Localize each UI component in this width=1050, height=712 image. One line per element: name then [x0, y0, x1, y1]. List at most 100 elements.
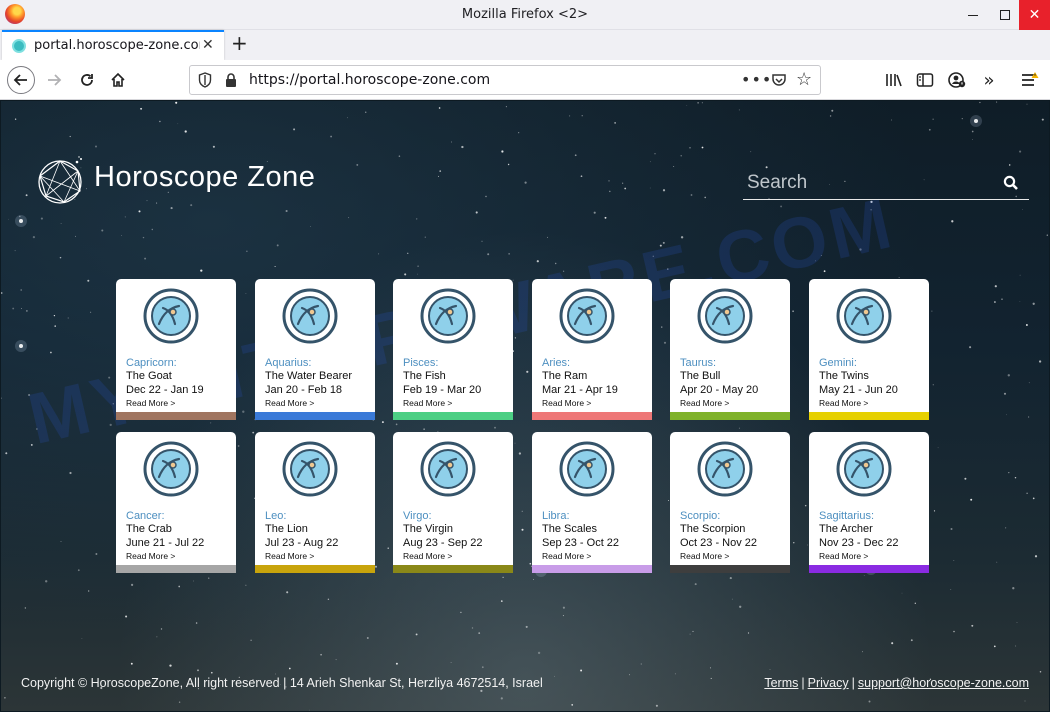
- overflow-chevron-icon: »: [983, 69, 995, 91]
- read-more-link[interactable]: Read More >: [680, 551, 729, 561]
- zodiac-card[interactable]: Libra: The Scales Sep 23 - Oct 22 Read More…: [532, 432, 652, 573]
- zodiac-sign-icon: [559, 441, 615, 497]
- minimize-button[interactable]: [956, 0, 990, 30]
- maximize-button[interactable]: [988, 0, 1022, 30]
- footer-separator: |: [801, 676, 805, 690]
- hamburger-menu-icon: [1022, 72, 1039, 86]
- zodiac-sign-nickname: The Virgin: [403, 523, 453, 535]
- read-more-link[interactable]: Read More >: [819, 551, 868, 561]
- forward-arrow-icon: [48, 74, 62, 86]
- zodiac-sign-dates: Nov 23 - Dec 22: [819, 537, 899, 549]
- minimize-icon: [968, 14, 978, 16]
- read-more-link[interactable]: Read More >: [542, 551, 591, 561]
- search-box[interactable]: [743, 168, 1029, 200]
- close-icon: ✕: [1028, 7, 1041, 23]
- page-actions-menu-icon[interactable]: •••: [741, 70, 772, 89]
- star-icon[interactable]: ☆: [796, 69, 812, 90]
- back-button[interactable]: [7, 66, 35, 94]
- zodiac-card[interactable]: Virgo: The Virgin Aug 23 - Sep 22 Read More…: [393, 432, 513, 573]
- home-icon: [111, 72, 125, 87]
- tab-strip: portal.horoscope-zone.com ✕ +: [0, 30, 1050, 60]
- zodiac-sign-nickname: The Bull: [680, 370, 721, 382]
- address-bar[interactable]: https://portal.horoscope-zone.com ••• ☆: [189, 65, 821, 95]
- tab-close-icon[interactable]: ✕: [202, 37, 214, 53]
- zodiac-color-bar: [809, 565, 929, 573]
- forward-button[interactable]: [40, 66, 68, 94]
- zodiac-color-bar: [116, 565, 236, 573]
- maximize-icon: [1000, 10, 1010, 20]
- zodiac-color-bar: [670, 565, 790, 573]
- zodiac-card[interactable]: Aries: The Ram Mar 21 - Apr 19 Read More >: [532, 279, 652, 420]
- navigation-toolbar: https://portal.horoscope-zone.com ••• ☆ …: [0, 60, 1050, 100]
- shield-icon[interactable]: [198, 72, 212, 88]
- zodiac-card[interactable]: Taurus: The Bull Apr 20 - May 20 Read More …: [670, 279, 790, 420]
- new-tab-button[interactable]: +: [231, 31, 248, 55]
- zodiac-sign-dates: Oct 23 - Nov 22: [680, 537, 758, 549]
- zodiac-sign-icon: [559, 288, 615, 344]
- zodiac-card[interactable]: Aquarius: The Water Bearer Jan 20 - Feb 18…: [255, 279, 375, 420]
- window-title: Mozilla Firefox <2>: [461, 7, 589, 22]
- tab-active[interactable]: portal.horoscope-zone.com ✕: [2, 30, 224, 60]
- zodiac-card[interactable]: Cancer: The Crab June 21 - Jul 22 Read More…: [116, 432, 236, 573]
- search-input[interactable]: [743, 168, 993, 198]
- footer-separator: |: [851, 676, 855, 690]
- footer-links: Terms | Privacy | support@horoscope-zone.com: [764, 676, 1029, 690]
- zodiac-sign-name: Scorpio:: [680, 510, 721, 522]
- read-more-link[interactable]: Read More >: [680, 398, 729, 408]
- lock-icon[interactable]: [224, 72, 238, 88]
- url-text[interactable]: https://portal.horoscope-zone.com: [249, 72, 490, 88]
- zodiac-sign-name: Gemini:: [819, 357, 857, 369]
- zodiac-color-bar: [532, 565, 652, 573]
- zodiac-sign-dates: Dec 22 - Jan 19: [126, 384, 204, 396]
- zodiac-sign-dates: Sep 23 - Oct 22: [542, 537, 620, 549]
- zodiac-card[interactable]: Scorpio: The Scorpion Oct 23 - Nov 22 Read …: [670, 432, 790, 573]
- site-title[interactable]: Horoscope Zone: [94, 161, 315, 194]
- read-more-link[interactable]: Read More >: [126, 551, 175, 561]
- zodiac-sign-name: Leo:: [265, 510, 287, 522]
- window-close-button[interactable]: ✕: [1019, 0, 1050, 30]
- support-email-link[interactable]: support@horoscope-zone.com: [858, 676, 1029, 690]
- zodiac-card[interactable]: Pisces: The Fish Feb 19 - Mar 20 Read More …: [393, 279, 513, 420]
- zodiac-sign-nickname: The Ram: [542, 370, 588, 382]
- search-icon[interactable]: [1003, 175, 1019, 191]
- zodiac-sign-nickname: The Goat: [126, 370, 172, 382]
- read-more-link[interactable]: Read More >: [265, 551, 314, 561]
- sidebar-icon: [916, 73, 934, 87]
- zodiac-sign-icon: [282, 288, 338, 344]
- zodiac-card[interactable]: Capricorn: The Goat Dec 22 - Jan 19 Read Mo…: [116, 279, 236, 420]
- overflow-button[interactable]: »: [979, 69, 999, 91]
- reload-button[interactable]: [73, 66, 101, 94]
- terms-link[interactable]: Terms: [764, 676, 798, 690]
- zodiac-color-bar: [393, 565, 513, 573]
- home-button[interactable]: [104, 66, 132, 94]
- sidebar-button[interactable]: [915, 70, 935, 90]
- account-button[interactable]: [947, 70, 967, 90]
- read-more-link[interactable]: Read More >: [819, 398, 868, 408]
- read-more-link[interactable]: Read More >: [403, 551, 452, 561]
- zodiac-sign-nickname: The Water Bearer: [265, 370, 353, 382]
- site-logo-icon[interactable]: [34, 154, 86, 206]
- zodiac-card[interactable]: Gemini: The Twins May 21 - Jun 20 Read More…: [809, 279, 929, 420]
- privacy-link[interactable]: Privacy: [808, 676, 849, 690]
- pocket-icon[interactable]: [771, 72, 787, 88]
- zodiac-card[interactable]: Sagittarius: The Archer Nov 23 - Dec 22 Rea…: [809, 432, 929, 573]
- read-more-link[interactable]: Read More >: [265, 398, 314, 408]
- zodiac-card[interactable]: Leo: The Lion Jul 23 - Aug 22 Read More >: [255, 432, 375, 573]
- zodiac-color-bar: [116, 412, 236, 420]
- read-more-link[interactable]: Read More >: [126, 398, 175, 408]
- open-menu-button[interactable]: [1020, 70, 1040, 90]
- window-titlebar: Mozilla Firefox <2> ✕: [0, 0, 1050, 30]
- read-more-link[interactable]: Read More >: [542, 398, 591, 408]
- library-button[interactable]: [884, 70, 904, 90]
- zodiac-sign-dates: Feb 19 - Mar 20: [403, 384, 482, 396]
- zodiac-color-bar: [393, 412, 513, 420]
- zodiac-sign-icon: [143, 288, 199, 344]
- read-more-link[interactable]: Read More >: [403, 398, 452, 408]
- footer-copyright: Copyright © HoroscopeZone, All right res…: [21, 676, 543, 690]
- account-warning-icon: [948, 72, 966, 88]
- zodiac-sign-icon: [420, 441, 476, 497]
- zodiac-sign-nickname: The Scorpion: [680, 523, 746, 535]
- zodiac-sign-nickname: The Archer: [819, 523, 873, 535]
- zodiac-sign-dates: Jan 20 - Feb 18: [265, 384, 343, 396]
- zodiac-sign-nickname: The Fish: [403, 370, 446, 382]
